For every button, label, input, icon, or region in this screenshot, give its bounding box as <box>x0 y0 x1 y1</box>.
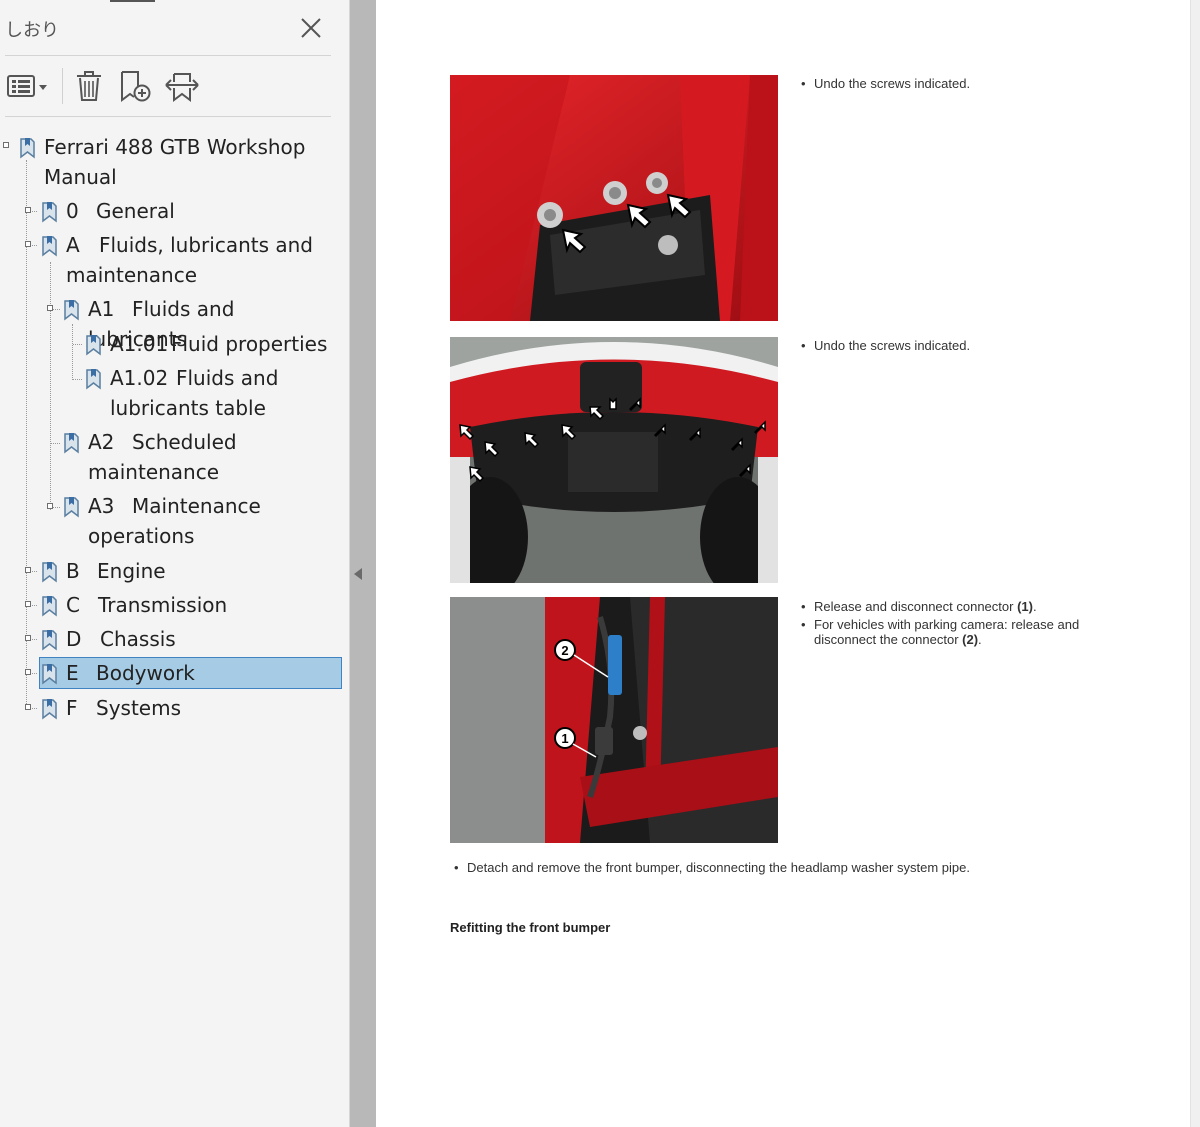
bookmark-icon <box>42 562 57 583</box>
bookmark-bodywork[interactable]: E Bodywork <box>39 657 342 689</box>
expand-toggle[interactable] <box>3 142 9 148</box>
close-panel-button[interactable] <box>297 14 325 42</box>
bookmark-icon <box>42 699 57 720</box>
bookmark-label: Ferrari 488 GTB Workshop Manual <box>44 135 306 189</box>
bookmark-fluids-table[interactable]: A1.02 Fluids and lubricants table <box>84 363 299 423</box>
bookmark-label: General <box>96 199 175 223</box>
bookmark-icon <box>20 138 35 159</box>
bookmark-general[interactable]: 0 General <box>40 196 330 226</box>
trash-icon <box>77 71 101 101</box>
panel-splitter[interactable] <box>350 0 376 1127</box>
bookmark-prefix: F <box>66 696 78 720</box>
bookmark-prefix: A1.01 <box>110 332 169 356</box>
instruction-item: For vehicles with parking camera: releas… <box>801 617 1101 647</box>
expand-toggle[interactable] <box>25 635 31 641</box>
bookmark-prefix: E <box>66 661 79 685</box>
bookmark-transmission[interactable]: C Transmission <box>40 590 300 620</box>
expand-toggle[interactable] <box>25 567 31 573</box>
options-menu-button[interactable] <box>6 66 50 106</box>
bookmark-fluid-properties[interactable]: A1.01 Fluid properties <box>84 329 334 359</box>
bookmark-engine[interactable]: B Engine <box>40 556 300 586</box>
instruction-item: Release and disconnect connector (1). <box>801 599 1101 614</box>
step3-instructions: Release and disconnect connector (1). Fo… <box>801 599 1101 650</box>
step4-instructions: Detach and remove the front bumper, disc… <box>454 860 1134 878</box>
bookmark-prefix: A2 <box>88 430 115 454</box>
bookmark-label: Fluids, lubricants and maintenance <box>66 233 314 287</box>
panel-title: しおり <box>5 20 59 41</box>
delete-bookmark-button[interactable] <box>72 66 106 106</box>
bookmark-label: Bodywork <box>96 661 195 685</box>
svg-text:1: 1 <box>561 731 568 746</box>
expand-toggle[interactable] <box>25 601 31 607</box>
expand-bookmark-button[interactable] <box>162 66 202 106</box>
bookmark-icon <box>42 596 57 617</box>
vertical-scrollbar[interactable] <box>1190 0 1200 1127</box>
bookmarks-panel: しおり Ferrari 488 GTB Workshop Manual 0 Ge… <box>0 0 350 1127</box>
bookmark-prefix: B <box>66 559 80 583</box>
add-bookmark-button[interactable] <box>116 66 154 106</box>
bookmark-prefix: A1 <box>88 297 115 321</box>
bookmark-icon <box>86 369 101 390</box>
tab-indicator <box>110 0 155 2</box>
bookmark-scheduled-maintenance[interactable]: A2 Scheduled maintenance <box>62 427 262 487</box>
bookmark-prefix: 0 <box>66 199 79 223</box>
bookmark-icon <box>64 497 79 518</box>
tree-line <box>73 379 82 380</box>
expand-toggle[interactable] <box>25 669 31 675</box>
photo-underbody-screws <box>450 337 778 583</box>
bookmark-label: Systems <box>96 696 181 720</box>
bookmark-icon <box>42 664 57 685</box>
expand-toggle[interactable] <box>47 503 53 509</box>
close-icon <box>301 18 321 38</box>
bookmark-label: Chassis <box>100 627 176 651</box>
tree-line <box>51 443 60 444</box>
expand-bookmark-icon <box>165 73 199 102</box>
expand-toggle[interactable] <box>25 704 31 710</box>
bookmark-icon <box>64 300 79 321</box>
bookmark-systems[interactable]: F Systems <box>40 693 300 723</box>
bookmark-icon <box>42 236 57 257</box>
bookmark-icon <box>86 335 101 356</box>
expand-toggle[interactable] <box>25 241 31 247</box>
expand-toggle[interactable] <box>47 305 53 311</box>
section-heading: Refitting the front bumper <box>450 920 611 935</box>
photo-connectors: 2 1 <box>450 597 778 843</box>
bookmark-label: Fluid properties <box>171 332 328 356</box>
photo-screws-upper <box>450 75 778 321</box>
expand-toggle[interactable] <box>25 207 31 213</box>
bookmark-label: Engine <box>97 559 166 583</box>
svg-text:2: 2 <box>561 643 568 658</box>
bookmark-ferrari-manual[interactable]: Ferrari 488 GTB Workshop Manual <box>18 132 318 192</box>
bookmark-label: Transmission <box>98 593 228 617</box>
bookmark-prefix: A <box>66 233 80 257</box>
bookmark-prefix: A1.02 <box>110 366 169 390</box>
bookmark-prefix: C <box>66 593 80 617</box>
instruction-item: Undo the screws indicated. <box>801 338 1131 353</box>
bookmark-icon <box>42 202 57 223</box>
bookmark-chassis[interactable]: D Chassis <box>40 624 300 654</box>
bookmark-fluids-maintenance[interactable]: A Fluids, lubricants and maintenance <box>40 230 330 290</box>
bookmark-icon <box>42 630 57 651</box>
bookmark-icon <box>64 433 79 454</box>
step1-instructions: Undo the screws indicated. <box>801 76 1131 94</box>
tree-line <box>50 262 51 510</box>
panel-divider-toolbar <box>5 116 331 117</box>
step2-instructions: Undo the screws indicated. <box>801 338 1131 356</box>
panel-divider-top <box>5 55 331 56</box>
bookmark-maintenance-operations[interactable]: A3 Maintenance operations <box>62 491 267 551</box>
bookmark-prefix: D <box>66 627 82 651</box>
toolbar-separator <box>62 68 63 104</box>
bookmark-prefix: A3 <box>88 494 115 518</box>
list-options-icon <box>7 75 47 97</box>
instruction-item: Detach and remove the front bumper, disc… <box>454 860 1134 875</box>
collapse-panel-icon[interactable] <box>354 568 362 580</box>
instruction-item: Undo the screws indicated. <box>801 76 1131 91</box>
add-bookmark-icon <box>121 71 151 102</box>
